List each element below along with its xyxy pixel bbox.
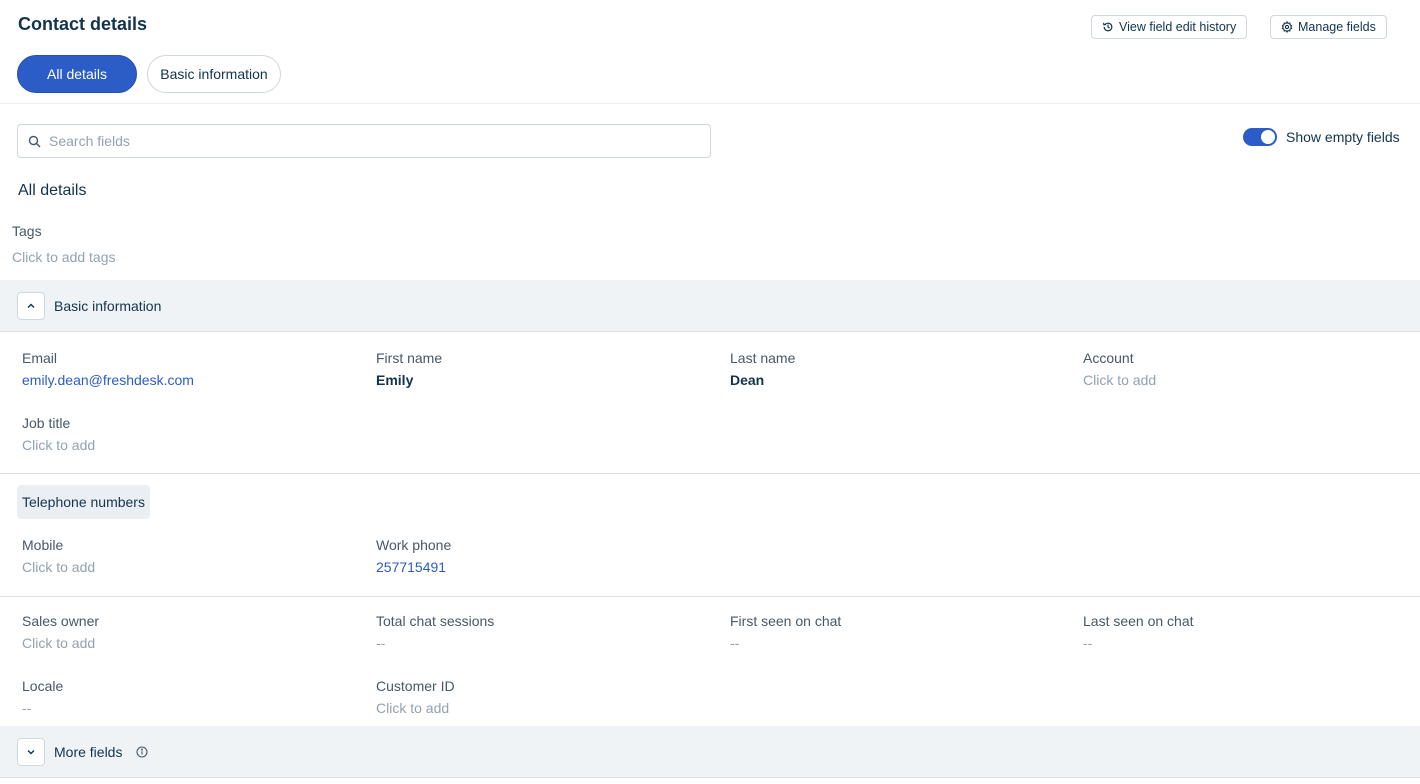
field-label: Total chat sessions [376, 613, 495, 629]
job-title-add-link[interactable]: Click to add [22, 437, 95, 453]
show-empty-fields-label: Show empty fields [1286, 129, 1400, 145]
page-title: Contact details [18, 14, 148, 34]
field-customer-id: Customer ID Click to add [376, 678, 455, 716]
telephone-numbers-heading: Telephone numbers [17, 485, 150, 519]
divider [0, 596, 1420, 597]
search-input[interactable] [49, 133, 689, 149]
collapse-button[interactable] [17, 291, 45, 320]
last-seen-value: -- [1083, 635, 1093, 651]
total-chat-sessions-value: -- [376, 635, 386, 651]
view-field-edit-history-label: View field edit history [1119, 20, 1237, 34]
chevron-down-icon [27, 749, 35, 754]
field-email: Email emily.dean@freshdesk.com [22, 350, 194, 388]
email-link[interactable]: emily.dean@freshdesk.com [22, 372, 194, 388]
expand-button[interactable] [17, 737, 45, 766]
search-box[interactable] [17, 124, 711, 158]
field-last-seen-on-chat: Last seen on chat -- [1083, 613, 1194, 651]
work-phone-link[interactable]: 257715491 [376, 559, 451, 575]
field-account: Account Click to add [1083, 350, 1156, 388]
field-label: Work phone [376, 537, 452, 553]
search-icon [28, 135, 41, 147]
locale-value: -- [22, 700, 32, 716]
basic-information-header[interactable]: Basic information [0, 280, 1420, 332]
view-field-edit-history-button[interactable]: View field edit history [1091, 15, 1248, 39]
mobile-add-link[interactable]: Click to add [22, 559, 95, 575]
more-fields-header[interactable]: More fields [0, 726, 1420, 778]
manage-fields-label: Manage fields [1298, 20, 1376, 34]
account-add-link[interactable]: Click to add [1083, 372, 1156, 388]
field-label: First name [376, 350, 443, 366]
field-locale: Locale -- [22, 678, 63, 716]
first-seen-value: -- [730, 635, 740, 651]
tab-all-details[interactable]: All details [17, 55, 137, 93]
field-first-seen-on-chat: First seen on chat -- [730, 613, 841, 651]
history-icon [1103, 22, 1113, 32]
show-empty-fields-toggle[interactable] [1243, 128, 1277, 146]
chevron-up-icon [27, 303, 35, 308]
field-job-title: Job title Click to add [22, 415, 95, 453]
last-name-value[interactable]: Dean [730, 372, 795, 388]
tab-basic-information[interactable]: Basic information [147, 55, 281, 93]
header-divider [0, 103, 1420, 104]
field-sales-owner: Sales owner Click to add [22, 613, 99, 651]
sales-owner-add-link[interactable]: Click to add [22, 635, 99, 651]
field-first-name: First name Emily [376, 350, 442, 388]
field-work-phone: Work phone 257715491 [376, 537, 451, 575]
basic-information-title: Basic information [54, 297, 162, 314]
field-label: Last seen on chat [1083, 613, 1194, 629]
tags-label: Tags [12, 223, 42, 239]
field-mobile: Mobile Click to add [22, 537, 95, 575]
field-label: Mobile [22, 537, 64, 553]
add-tags-link[interactable]: Click to add tags [12, 249, 116, 265]
info-icon[interactable] [136, 745, 148, 758]
manage-fields-button[interactable]: Manage fields [1270, 15, 1387, 39]
field-label: Last name [730, 350, 796, 366]
first-name-value[interactable]: Emily [376, 372, 442, 388]
gear-icon [1281, 21, 1293, 33]
field-total-chat-sessions: Total chat sessions -- [376, 613, 494, 651]
field-label: Customer ID [376, 678, 455, 694]
field-label: Sales owner [22, 613, 100, 629]
divider [0, 473, 1420, 474]
field-last-name: Last name Dean [730, 350, 795, 388]
more-fields-title: More fields [54, 743, 123, 760]
field-label: Locale [22, 678, 64, 694]
field-label: First seen on chat [730, 613, 842, 629]
field-label: Email [22, 350, 58, 366]
field-label: Account [1083, 350, 1134, 366]
section-title: All details [18, 182, 87, 199]
field-label: Job title [22, 415, 71, 431]
customer-id-add-link[interactable]: Click to add [376, 700, 455, 716]
toggle-knob [1261, 130, 1275, 144]
